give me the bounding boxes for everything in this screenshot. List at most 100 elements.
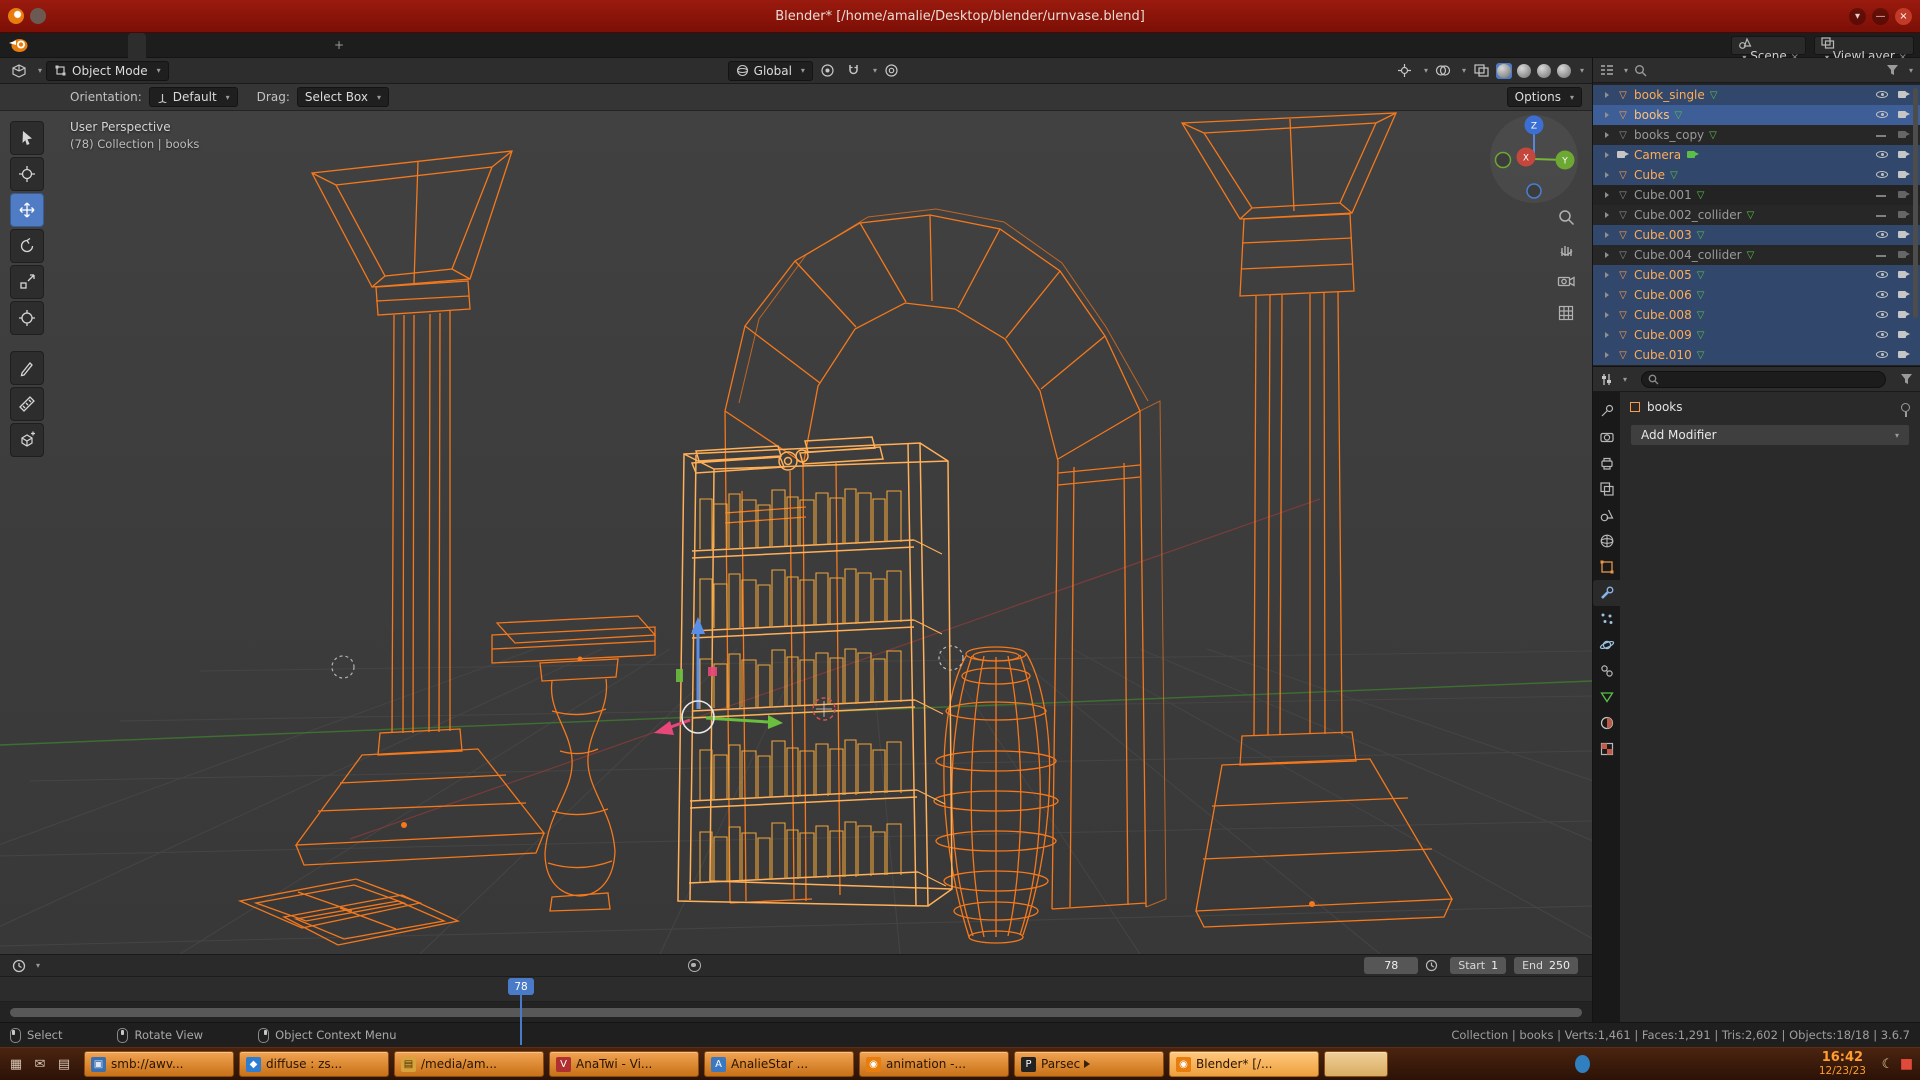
hide-in-viewport-toggle[interactable] bbox=[1875, 88, 1890, 102]
window-minimize-button[interactable]: — bbox=[1872, 8, 1889, 25]
annotate-tool[interactable] bbox=[10, 351, 44, 385]
orientation-dropdown[interactable]: Default ▾ bbox=[149, 87, 238, 107]
xray-toggle-icon[interactable] bbox=[1470, 61, 1492, 81]
night-light-icon[interactable]: ☾ bbox=[1880, 1055, 1895, 1073]
object-name[interactable]: Cube.008 bbox=[1634, 308, 1692, 322]
workspace-tab[interactable] bbox=[272, 33, 290, 58]
expand-arrow-icon[interactable] bbox=[1605, 332, 1609, 338]
hide-in-viewport-toggle[interactable] bbox=[1875, 268, 1890, 282]
object-name[interactable]: Cube.002_collider bbox=[1634, 208, 1742, 222]
hide-in-viewport-toggle[interactable] bbox=[1875, 308, 1890, 322]
scale-tool[interactable] bbox=[10, 265, 44, 299]
scene-selector[interactable]: ▾ Scene × bbox=[1731, 36, 1806, 55]
outliner-row[interactable]: ▽ Cube.008 ▽ bbox=[1593, 305, 1920, 325]
mail-icon[interactable]: ✉ bbox=[30, 1053, 50, 1075]
outliner-row[interactable]: ▽ Cube ▽ bbox=[1593, 165, 1920, 185]
zoom-control[interactable] bbox=[1554, 205, 1578, 229]
properties-tab-particles[interactable] bbox=[1593, 606, 1620, 632]
expand-arrow-icon[interactable] bbox=[1605, 92, 1609, 98]
outliner-row[interactable]: ▽ Cube.010 ▽ bbox=[1593, 345, 1920, 365]
expand-arrow-icon[interactable] bbox=[1605, 252, 1609, 258]
object-name[interactable]: book_single bbox=[1634, 88, 1705, 102]
expand-arrow-icon[interactable] bbox=[1605, 212, 1609, 218]
expand-arrow-icon[interactable] bbox=[1605, 312, 1609, 318]
hide-in-viewport-toggle[interactable] bbox=[1875, 188, 1890, 202]
object-name[interactable]: Cube.009 bbox=[1634, 328, 1692, 342]
bluetooth-tray-icon[interactable] bbox=[1736, 1055, 1751, 1073]
rotate-tool[interactable] bbox=[10, 229, 44, 263]
hide-in-viewport-toggle[interactable] bbox=[1875, 348, 1890, 362]
object-name[interactable]: Cube.003 bbox=[1634, 228, 1692, 242]
expand-arrow-icon[interactable] bbox=[1605, 232, 1609, 238]
pin-icon[interactable] bbox=[1901, 403, 1910, 412]
pan-hand-control[interactable] bbox=[1554, 237, 1578, 261]
properties-tab-output[interactable] bbox=[1593, 450, 1620, 476]
taskbar-app-button[interactable]: ◆ diffuse : zs... bbox=[239, 1051, 389, 1077]
drag-dropdown[interactable]: Select Box ▾ bbox=[297, 87, 389, 107]
3d-viewport[interactable]: User Perspective (78) Collection | books bbox=[0, 111, 1592, 954]
outliner-row[interactable]: ▽ Cube.004_collider ▽ bbox=[1593, 245, 1920, 265]
taskbar-app-button[interactable]: A AnalieStar ... bbox=[704, 1051, 854, 1077]
jump-to-end-button[interactable] bbox=[763, 965, 773, 967]
expand-arrow-icon[interactable] bbox=[1605, 272, 1609, 278]
start-frame-field[interactable]: Start1 bbox=[1450, 957, 1506, 974]
expand-arrow-icon[interactable] bbox=[1605, 172, 1609, 178]
workspace-tab[interactable] bbox=[128, 33, 146, 58]
timeline-playhead[interactable]: 78 bbox=[508, 978, 534, 995]
object-name[interactable]: books bbox=[1634, 108, 1670, 122]
hide-in-viewport-toggle[interactable] bbox=[1875, 328, 1890, 342]
hide-in-viewport-toggle[interactable] bbox=[1875, 168, 1890, 182]
jump-to-start-button[interactable] bbox=[713, 965, 723, 967]
snap-magnet-icon[interactable] bbox=[843, 61, 865, 81]
transform-tool[interactable] bbox=[10, 301, 44, 335]
disable-in-render-toggle[interactable] bbox=[1897, 209, 1912, 221]
hide-in-viewport-toggle[interactable] bbox=[1875, 108, 1890, 122]
workspace-tab[interactable] bbox=[254, 33, 272, 58]
hide-in-viewport-toggle[interactable] bbox=[1875, 208, 1890, 222]
properties-tab-material[interactable] bbox=[1593, 710, 1620, 736]
workspace-tab[interactable] bbox=[146, 33, 164, 58]
workspace-tab[interactable] bbox=[182, 33, 200, 58]
filter-icon[interactable] bbox=[1886, 64, 1899, 76]
network-tray-icon[interactable] bbox=[1759, 1055, 1774, 1073]
mode-dropdown[interactable]: Object Mode ▾ bbox=[46, 61, 169, 81]
properties-tab-scene[interactable] bbox=[1593, 502, 1620, 528]
clock[interactable]: 16:42 12/23/23 bbox=[1819, 1051, 1866, 1078]
outliner-row[interactable]: ▽ Cube.001 ▽ bbox=[1593, 185, 1920, 205]
disable-in-render-toggle[interactable] bbox=[1897, 89, 1912, 101]
viewport-menu[interactable] bbox=[221, 58, 237, 83]
play-reverse-button[interactable] bbox=[733, 965, 743, 967]
properties-tab-object-data[interactable] bbox=[1593, 684, 1620, 710]
workspace-tab[interactable] bbox=[218, 33, 236, 58]
proportional-editing-icon[interactable] bbox=[881, 61, 903, 81]
expand-arrow-icon[interactable] bbox=[1605, 152, 1609, 158]
taskbar-app-button[interactable]: ▤ /media/am... bbox=[394, 1051, 544, 1077]
editor-type-timeline-icon[interactable] bbox=[8, 956, 30, 976]
timeline-scrollbar[interactable] bbox=[10, 1008, 1582, 1017]
show-desktop-icon[interactable]: ▦ bbox=[6, 1053, 26, 1075]
outliner-row[interactable]: ▽ Cube.003 ▽ bbox=[1593, 225, 1920, 245]
taskbar-app-button[interactable]: ◉ Blender* [/... bbox=[1169, 1051, 1319, 1077]
expand-arrow-icon[interactable] bbox=[1605, 352, 1609, 358]
music-player-tray-icon[interactable] bbox=[1598, 1055, 1613, 1073]
play-button[interactable] bbox=[743, 965, 753, 967]
previous-keyframe-button[interactable] bbox=[723, 965, 733, 967]
viewport-menu[interactable] bbox=[189, 58, 205, 83]
outliner-row[interactable]: ▽ Cube.009 ▽ bbox=[1593, 325, 1920, 345]
editor-type-outliner-icon[interactable] bbox=[1600, 64, 1614, 76]
object-name[interactable]: Cube.006 bbox=[1634, 288, 1692, 302]
keyboard-layout-indicator[interactable] bbox=[1713, 1055, 1728, 1073]
next-keyframe-button[interactable] bbox=[753, 965, 763, 967]
workspace-tab[interactable] bbox=[308, 33, 326, 58]
outliner-scrollbar[interactable] bbox=[1913, 88, 1918, 318]
taskbar-app-button[interactable]: ▣ smb://awv... bbox=[84, 1051, 234, 1077]
object-name[interactable]: Cube.005 bbox=[1634, 268, 1692, 282]
volume-tray-icon[interactable] bbox=[1690, 1055, 1705, 1073]
disable-in-render-toggle[interactable] bbox=[1897, 189, 1912, 201]
disable-in-render-toggle[interactable] bbox=[1897, 309, 1912, 321]
preview-range-toggle[interactable] bbox=[1420, 956, 1442, 976]
outliner-row[interactable]: ▽ Cube.006 ▽ bbox=[1593, 285, 1920, 305]
outliner-row[interactable]: ▽ books_copy ▽ bbox=[1593, 125, 1920, 145]
notification-tray-icon[interactable] bbox=[1782, 1055, 1797, 1073]
move-tool[interactable] bbox=[10, 193, 44, 227]
